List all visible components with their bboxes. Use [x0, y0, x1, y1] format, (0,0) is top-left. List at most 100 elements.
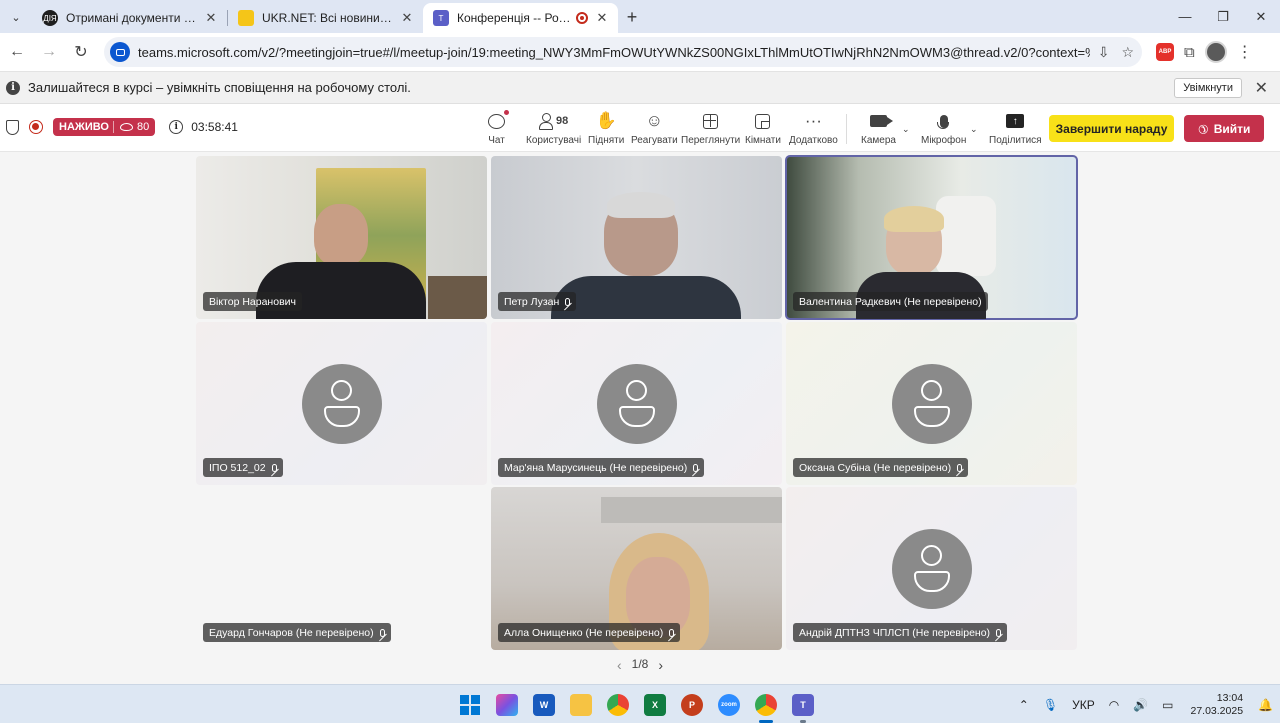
- live-label: НАЖИВО: [59, 121, 109, 133]
- share-button[interactable]: ↑ Поділитися: [989, 110, 1042, 146]
- tab-ukrnet[interactable]: UKR.NET: Всі новини України, ✕: [228, 3, 423, 33]
- profile-avatar[interactable]: [1204, 41, 1227, 63]
- mic-button[interactable]: Мікрофон: [921, 110, 966, 146]
- participant-nameplate: Валентина Радкевич (Не перевірено): [793, 292, 988, 311]
- close-notification-icon[interactable]: ✕: [1255, 78, 1268, 98]
- show-hidden-icons-chevron-icon[interactable]: ⌃: [1019, 698, 1029, 712]
- chrome-running-icon[interactable]: [755, 694, 777, 723]
- notifications-bell-icon[interactable]: 🔔: [1258, 698, 1273, 712]
- participant-tile[interactable]: ІПО 512_02: [196, 322, 487, 485]
- previous-page-icon[interactable]: ‹: [617, 657, 622, 673]
- volume-icon[interactable]: 🔊: [1133, 698, 1148, 712]
- tab-teams-conference[interactable]: T Конференція -- Розвиток ✕: [423, 3, 618, 33]
- participant-tile-active-speaker[interactable]: Валентина Радкевич (Не перевірено): [785, 155, 1078, 320]
- meeting-timer: 03:58:41: [191, 120, 238, 134]
- word-icon[interactable]: W: [533, 694, 555, 716]
- participant-nameplate: Андрій ДПТНЗ ЧПЛСП (Не перевірено): [793, 623, 1008, 642]
- people-icon: [538, 113, 553, 130]
- chrome-icon[interactable]: [607, 694, 629, 716]
- browser-tab-strip: ⌄ ДІЯ Отримані документи - Дія ✕ UKR.NET…: [0, 0, 1280, 33]
- zoom-icon[interactable]: zoom: [718, 694, 740, 716]
- participant-name: Оксана Субіна (Не перевірено): [799, 461, 952, 474]
- participant-tile[interactable]: Оксана Субіна (Не перевірено): [786, 322, 1077, 485]
- page-indicator: 1/8: [631, 657, 649, 671]
- extensions-icon[interactable]: ⧉: [1184, 44, 1195, 61]
- close-window-icon[interactable]: ✕: [1242, 0, 1280, 33]
- more-button[interactable]: ··· Додатково: [789, 110, 838, 146]
- participant-tile[interactable]: Петр Лузан: [491, 156, 782, 319]
- close-tab-icon[interactable]: ✕: [594, 10, 610, 26]
- tab-diia[interactable]: ДІЯ Отримані документи - Дія ✕: [32, 3, 227, 33]
- wifi-icon[interactable]: ◠: [1109, 698, 1119, 712]
- bookmark-star-icon[interactable]: ☆: [1121, 44, 1134, 61]
- teams-taskbar-icon[interactable]: T: [792, 694, 814, 723]
- file-explorer-icon[interactable]: [570, 694, 592, 716]
- avatar-placeholder-icon: [301, 364, 382, 444]
- participants-count: 98: [555, 115, 569, 127]
- enable-notifications-button[interactable]: Увімкнути: [1174, 78, 1242, 98]
- back-icon[interactable]: ←: [2, 37, 32, 67]
- tab-search-button[interactable]: ⌄: [4, 5, 28, 29]
- leave-label: Вийти: [1213, 121, 1251, 136]
- input-language[interactable]: УКР: [1072, 698, 1095, 712]
- participant-tile[interactable]: Віктор Наранович: [196, 156, 487, 319]
- mic-options-chevron-icon[interactable]: ⌄: [970, 124, 978, 135]
- forward-icon[interactable]: →: [34, 37, 64, 67]
- participant-nameplate: Оксана Субіна (Не перевірено): [793, 458, 969, 477]
- camera-button[interactable]: Камера: [861, 110, 896, 146]
- end-meeting-button[interactable]: Завершити нараду: [1049, 115, 1174, 142]
- powerpoint-icon[interactable]: P: [681, 694, 703, 716]
- shield-icon[interactable]: [6, 119, 19, 135]
- rooms-label: Кімнати: [745, 135, 781, 146]
- muted-mic-icon: [957, 463, 963, 472]
- leave-button[interactable]: ✆ Вийти: [1184, 115, 1264, 142]
- menu-kebab-icon[interactable]: ⋮: [1237, 42, 1253, 62]
- meeting-info-icon[interactable]: i: [169, 120, 184, 134]
- install-app-icon[interactable]: ⇩: [1098, 44, 1110, 61]
- copilot-icon[interactable]: [496, 694, 518, 716]
- background-shelf: [601, 497, 782, 523]
- camera-options-chevron-icon[interactable]: ⌄: [902, 124, 910, 135]
- participant-nameplate: Едуард Гончаров (Не перевірено): [203, 623, 391, 642]
- reload-icon[interactable]: ↻: [66, 37, 96, 67]
- camera-icon: [869, 115, 893, 127]
- participant-tile[interactable]: Алла Онищенко (Не перевірено): [491, 487, 782, 650]
- rooms-button[interactable]: Кімнати: [745, 110, 781, 146]
- share-screen-icon: ↑: [1006, 114, 1025, 128]
- chat-button[interactable]: Чат: [488, 110, 509, 146]
- participant-face: [314, 204, 368, 266]
- more-label: Додатково: [789, 135, 838, 146]
- raise-hand-button[interactable]: ✋ Підняти: [588, 110, 624, 146]
- close-tab-icon[interactable]: ✕: [399, 10, 415, 26]
- address-bar[interactable]: teams.microsoft.com/v2/?meetingjoin=true…: [104, 37, 1142, 67]
- close-tab-icon[interactable]: ✕: [203, 10, 219, 26]
- site-camera-icon[interactable]: [110, 42, 130, 62]
- smiley-icon: ☺: [645, 111, 664, 130]
- battery-icon[interactable]: ▭: [1162, 698, 1173, 712]
- next-page-icon[interactable]: ›: [658, 657, 663, 673]
- participant-tile[interactable]: Мар'яна Марусинець (Не перевірено): [491, 322, 782, 485]
- view-button[interactable]: Переглянути: [681, 110, 740, 146]
- participant-name: ІПО 512_02: [209, 461, 266, 474]
- url-text[interactable]: teams.microsoft.com/v2/?meetingjoin=true…: [138, 45, 1090, 60]
- participant-tile[interactable]: Едуард Гончаров (Не перевірено): [196, 487, 487, 650]
- people-button[interactable]: 98 Користувачі: [526, 110, 581, 146]
- hand-icon: ✋: [595, 111, 617, 130]
- breakout-rooms-icon: [755, 113, 771, 129]
- gallery-pager: ‹ 1/8 ›: [0, 657, 1280, 673]
- diia-icon: ДІЯ: [42, 10, 58, 26]
- excel-icon[interactable]: X: [644, 694, 666, 716]
- microphone-in-use-icon[interactable]: 🎙: [1043, 698, 1058, 712]
- clock[interactable]: 13:04 27.03.2025: [1190, 692, 1243, 718]
- live-badge[interactable]: НАЖИВО 80: [53, 118, 156, 136]
- notification-text: Залишайтеся в курсі – увімкніть сповіщен…: [28, 80, 411, 95]
- new-tab-button[interactable]: +: [618, 3, 646, 31]
- adblock-icon[interactable]: ABP: [1156, 43, 1174, 61]
- recording-icon[interactable]: [29, 120, 43, 134]
- restore-icon[interactable]: ❐: [1204, 0, 1242, 33]
- react-button[interactable]: ☺ Реагувати: [631, 110, 678, 146]
- participant-tile[interactable]: Андрій ДПТНЗ ЧПЛСП (Не перевірено): [786, 487, 1077, 650]
- info-icon: i: [6, 80, 20, 95]
- windows-start-icon[interactable]: [459, 694, 481, 716]
- minimize-icon[interactable]: —: [1166, 0, 1204, 33]
